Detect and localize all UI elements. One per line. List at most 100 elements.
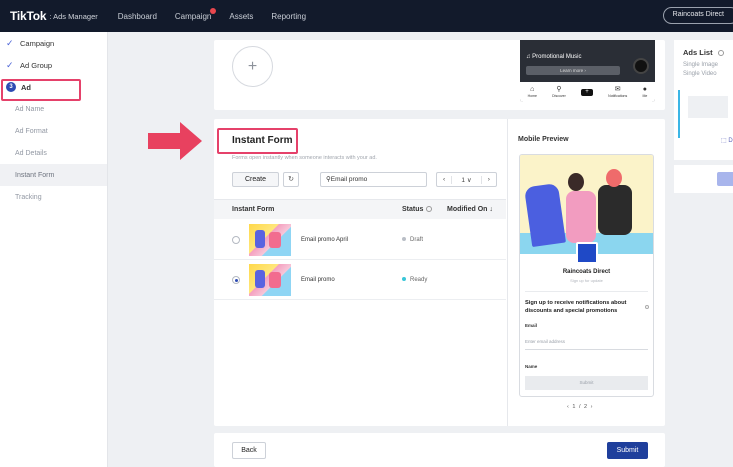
divider	[525, 291, 648, 292]
preview-pager[interactable]: ‹ 1 / 2 ›	[567, 404, 592, 410]
sidebar-item-label: Campaign	[20, 38, 55, 48]
tab-notifications: ✉ Notifications	[608, 86, 627, 98]
status-badge: Draft	[402, 237, 423, 243]
ads-list-panel: Ads List Single Image Single Video ⬚ D	[674, 40, 733, 160]
music-label: ♫ Promotional Music	[526, 54, 582, 60]
form-search-input[interactable]: ⚲Email promo	[320, 172, 427, 187]
add-ad-button[interactable]	[717, 172, 733, 186]
status-badge: Ready	[402, 277, 427, 283]
column-modified-on[interactable]: Modified On ↓	[447, 206, 493, 213]
nav-campaign-label: Campaign	[174, 11, 212, 21]
prev-page-button[interactable]: ‹	[437, 176, 451, 183]
ad-type-label: Single Image	[683, 62, 719, 68]
table-header: Instant Form Status Modified On ↓	[214, 199, 506, 219]
learn-more-button: Learn more ›	[526, 66, 620, 75]
tiktok-logo[interactable]: TikTok	[10, 9, 47, 23]
form-name: Email promo April	[301, 237, 349, 243]
instant-form-card: Instant Form Forms open instantly when s…	[214, 119, 665, 426]
brand-logo	[576, 242, 598, 264]
table-row[interactable]: Email promo Ready	[214, 260, 506, 300]
nav-assets[interactable]: Assets	[229, 12, 253, 21]
tab-label: Discover	[552, 94, 566, 98]
refresh-icon: ↻	[288, 176, 294, 183]
form-name: Email promo	[301, 277, 335, 283]
search-value: Email promo	[330, 176, 368, 183]
notification-dot	[210, 7, 217, 14]
plus-icon: +	[247, 57, 258, 75]
ad-type-label: Single Video	[683, 71, 717, 77]
nav-dashboard[interactable]: Dashboard	[118, 12, 157, 21]
create-form-button[interactable]: Create	[232, 172, 279, 187]
home-icon: ⌂	[530, 86, 535, 93]
back-button[interactable]: Back	[232, 442, 266, 459]
column-instant-form: Instant Form	[232, 206, 275, 213]
status-label: Draft	[410, 237, 424, 243]
user-icon: ●	[642, 86, 647, 93]
nav-reporting[interactable]: Reporting	[271, 12, 306, 21]
add-media-button[interactable]: +	[232, 46, 273, 87]
info-icon	[645, 305, 649, 309]
brand-subtitle: Sign up for update	[570, 278, 603, 283]
tab-label: Notifications	[608, 94, 628, 98]
ads-list-title: Ads List	[683, 48, 724, 57]
brand-name: Raincoats Direct	[562, 269, 611, 275]
refresh-button[interactable]: ↻	[283, 172, 299, 187]
status-dot	[402, 237, 406, 242]
ad-creative-card: + ♫ Promotional Music Learn more › ⌂ Home…	[214, 40, 665, 110]
video-preview-phone: ♫ Promotional Music Learn more › ⌂ Home ⚲…	[520, 40, 655, 102]
mobile-preview-phone: Raincoats Direct Sign up for update Sign…	[519, 154, 654, 397]
name-label: Name	[525, 364, 538, 369]
status-dot	[402, 277, 406, 282]
sidebar-sub-ad-details[interactable]: Ad Details	[0, 142, 107, 164]
sidebar-item-label: Ad Group	[20, 60, 53, 70]
sidebar-sub-tracking[interactable]: Tracking	[0, 186, 107, 208]
tab-label: Me	[642, 94, 648, 98]
pointer-arrow-icon	[148, 122, 202, 160]
column-status[interactable]: Status	[402, 206, 433, 213]
main-nav: Dashboard Campaign Assets Reporting	[118, 7, 324, 21]
sidebar-item-ad-group[interactable]: ✓ Ad Group	[0, 54, 107, 76]
form-hero-image	[520, 155, 653, 254]
row-radio[interactable]	[232, 236, 240, 244]
phone-tab-bar: ⌂ Home ⚲ Discover + ✉ Notifications ● Me	[520, 82, 655, 102]
ad-list-item[interactable]	[678, 90, 733, 138]
email-label: Email	[525, 323, 538, 328]
top-nav-bar: TikTok : Ads Manager Dashboard Campaign …	[0, 0, 733, 32]
column-status-label: Status	[402, 206, 424, 213]
tab-create: +	[580, 88, 593, 96]
ads-manager-label: : Ads Manager	[49, 11, 98, 21]
status-label: Ready	[410, 277, 428, 283]
form-thumbnail	[249, 224, 291, 256]
check-icon: ✓	[6, 59, 14, 70]
ads-list-title-text: Ads List	[683, 48, 713, 57]
submit-button[interactable]: Submit	[607, 442, 648, 459]
check-icon: ✓	[6, 37, 14, 48]
delete-ad-button[interactable]: ⬚ D	[721, 137, 733, 144]
sidebar-item-campaign[interactable]: ✓ Campaign	[0, 32, 107, 54]
inbox-icon: ✉	[614, 86, 621, 93]
mobile-preview-title: Mobile Preview	[518, 136, 569, 143]
next-page-button[interactable]: ›	[482, 176, 496, 183]
footer-actions: Back Submit	[214, 433, 665, 467]
table-row[interactable]: Email promo April Draft	[214, 220, 506, 260]
instant-form-highlight-box	[217, 128, 298, 154]
account-switcher[interactable]: Raincoats Direct	[662, 7, 733, 24]
plus-icon: +	[580, 88, 593, 96]
sidebar-sub-ad-name[interactable]: Ad Name	[0, 98, 107, 120]
page-select[interactable]: 1 ∨	[451, 175, 482, 184]
tab-home: ⌂ Home	[528, 86, 537, 98]
table-pager: ‹ 1 ∨ ›	[436, 172, 497, 187]
sidebar-sub-ad-format[interactable]: Ad Format	[0, 120, 107, 142]
section-description: Forms open instantly when someone intera…	[232, 155, 377, 161]
info-icon	[426, 206, 433, 213]
preview-submit-button: Submit	[525, 376, 648, 390]
nav-campaign[interactable]: Campaign	[174, 7, 217, 21]
music-disc-icon	[633, 58, 649, 74]
row-radio[interactable]	[232, 276, 240, 284]
ad-step-highlight-box	[1, 79, 81, 101]
search-icon: ⚲	[556, 86, 562, 93]
info-icon	[717, 50, 724, 57]
tab-me: ● Me	[642, 86, 647, 98]
sidebar-sub-instant-form[interactable]: Instant Form	[0, 164, 107, 186]
tab-discover: ⚲ Discover	[552, 86, 566, 98]
